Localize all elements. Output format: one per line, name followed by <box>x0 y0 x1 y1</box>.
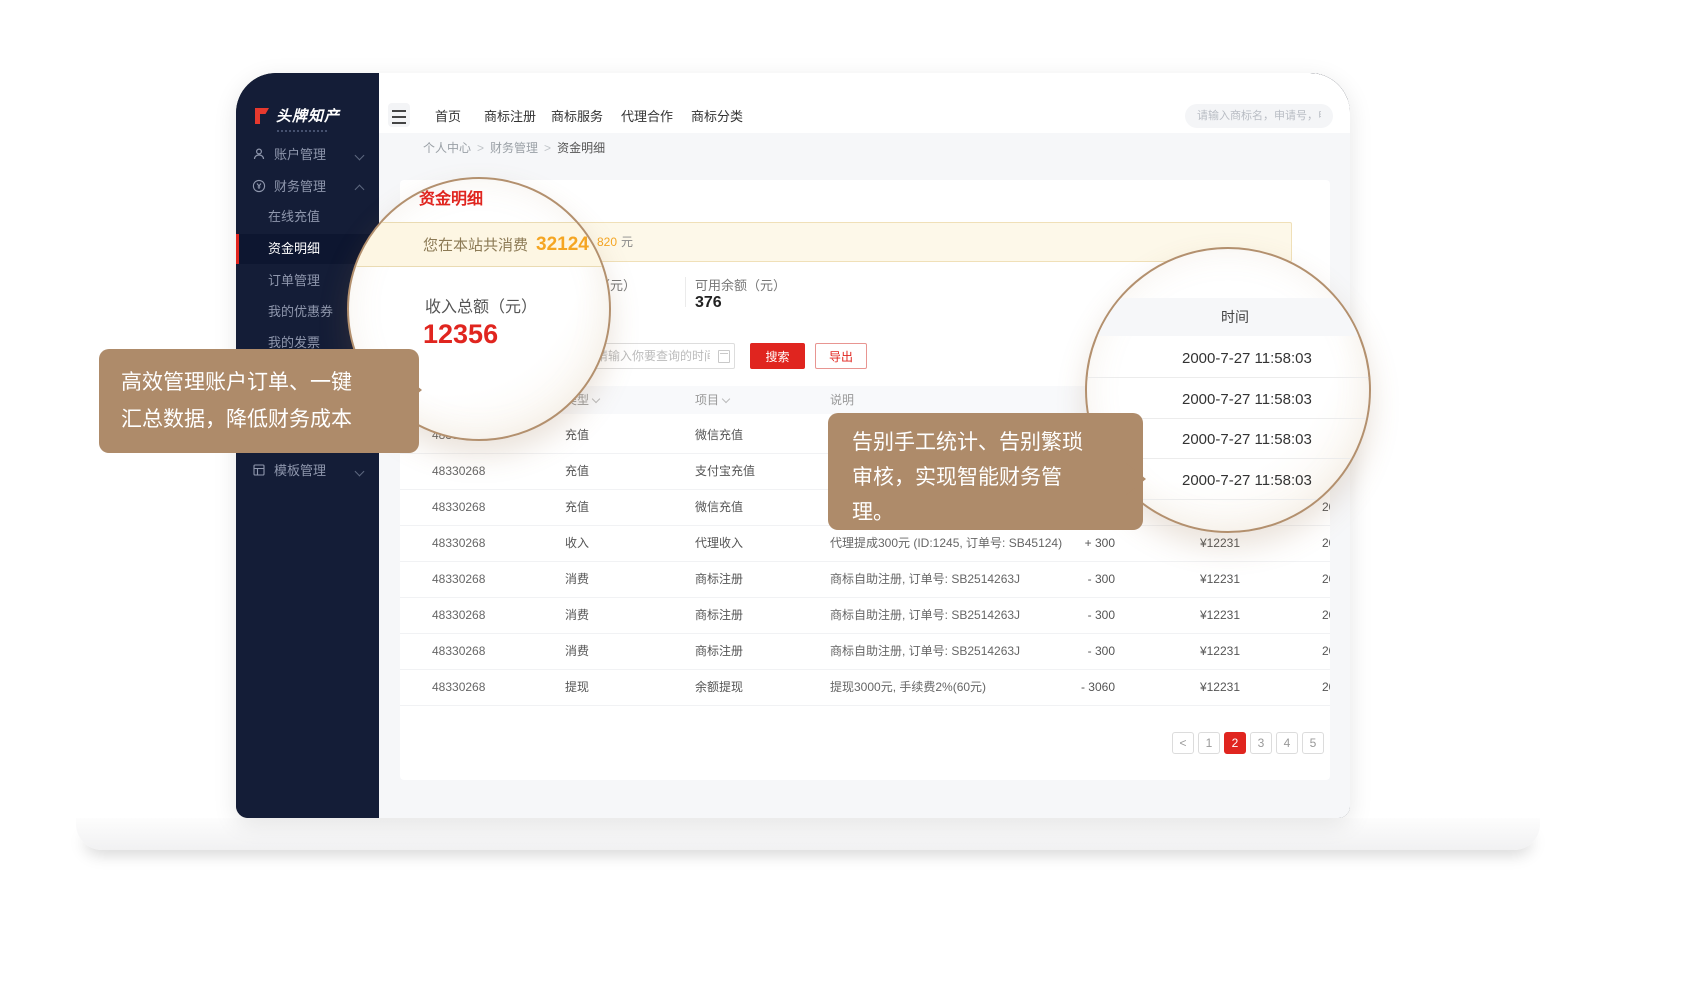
magnified-title: 资金明细 <box>419 185 483 209</box>
export-button[interactable]: 导出 <box>815 343 867 369</box>
top-navbar: 首页 商标注册 商标服务 代理合作 商标分类 <box>379 100 1350 134</box>
table-row: 48330268提现余额提现提现3000元, 手续费2%(60元)- 3060¥… <box>400 669 1330 706</box>
nav-trademark-service[interactable]: 商标服务 <box>551 100 603 133</box>
menu-icon[interactable] <box>388 103 410 127</box>
breadcrumb-item[interactable]: 财务管理 <box>490 141 538 155</box>
callout-line: 告别手工统计、告别繁琐 <box>852 425 1143 460</box>
callout-left: 高效管理账户订单、一键 汇总数据，降低财务成本 <box>99 349 419 453</box>
sidebar-item-label: 我的优惠券 <box>268 304 333 319</box>
sidebar-item-label: 账户管理 <box>274 147 326 162</box>
callout-line: 高效管理账户订单、一键 <box>121 364 419 401</box>
magnified-time: 2000-7-27 11:58:03 <box>1182 431 1312 448</box>
search-input[interactable] <box>1185 104 1333 128</box>
magnified-time-header: 时间 <box>1087 298 1369 336</box>
chevron-down-icon <box>722 395 730 403</box>
magnified-banner: 您在本站共消费32124 <box>349 222 609 267</box>
pagination-prev[interactable]: < <box>1172 732 1194 754</box>
magnified-income-label: 收入总额（元） <box>425 293 537 317</box>
search-button[interactable]: 搜索 <box>750 343 805 369</box>
magnified-time: 2000-7-27 11:58:03 <box>1182 350 1312 367</box>
breadcrumb-item[interactable]: 个人中心 <box>423 141 471 155</box>
sidebar-item-label: 订单管理 <box>268 273 320 288</box>
calendar-icon[interactable] <box>718 350 730 363</box>
table-row: 48330268消费商标注册商标自助注册, 订单号: SB2514263J- 3… <box>400 561 1330 598</box>
magnified-time: 2000-7-27 11:58:03 <box>1182 472 1312 489</box>
nav-trademark-category[interactable]: 商标分类 <box>691 100 743 133</box>
breadcrumb: 个人中心>财务管理>资金明细 <box>379 133 1350 163</box>
callout-line: 理。 <box>852 495 1143 530</box>
col-desc: 说明 <box>830 386 854 414</box>
sidebar-item-label: 在线充值 <box>268 209 320 224</box>
nav-home[interactable]: 首页 <box>435 100 461 133</box>
pagination-page-2[interactable]: 2 <box>1224 732 1246 754</box>
pagination-page-4[interactable]: 4 <box>1276 732 1298 754</box>
brand-logo: 头牌知产 <box>252 105 340 126</box>
chevron-down-icon <box>355 467 365 477</box>
magnified-income-value: 12356 <box>423 319 498 350</box>
sidebar-item-finance[interactable]: 财务管理 <box>236 171 379 203</box>
brand-name: 头牌知产 <box>276 105 340 126</box>
brand-subtext <box>277 130 329 132</box>
nav-trademark-register[interactable]: 商标注册 <box>484 100 536 133</box>
callout-right: 告别手工统计、告别繁琐 审核，实现智能财务管 理。 <box>828 413 1143 530</box>
sidebar-item-label: 财务管理 <box>274 179 326 194</box>
magnified-time: 2000-7-27 11:58:03 <box>1182 391 1312 408</box>
breadcrumb-item-current: 资金明细 <box>557 141 605 155</box>
divider <box>1087 377 1369 378</box>
col-project[interactable]: 项目 <box>695 386 729 414</box>
sidebar-item-template[interactable]: 模板管理 <box>236 455 379 487</box>
page: 头牌知产 账户管理 财务管理 在线充值 资金明细 <box>0 0 1696 1002</box>
pagination-page-3[interactable]: 3 <box>1250 732 1272 754</box>
table-row: 48330268收入代理收入代理提成300元 (ID:1245, 订单号: SB… <box>400 525 1330 562</box>
user-icon <box>252 147 266 161</box>
date-query-input[interactable] <box>585 343 735 369</box>
chevron-up-icon <box>355 185 365 195</box>
finance-icon <box>252 179 266 193</box>
chevron-down-icon <box>355 151 365 161</box>
template-icon <box>252 463 266 477</box>
laptop-base <box>76 818 1540 850</box>
callout-line: 审核，实现智能财务管 <box>852 460 1143 495</box>
pagination-page-5[interactable]: 5 <box>1302 732 1324 754</box>
sidebar-item-account[interactable]: 账户管理 <box>236 139 379 171</box>
table-row: 48330268消费商标注册商标自助注册, 订单号: SB2514263J- 3… <box>400 633 1330 670</box>
divider <box>685 277 686 307</box>
sidebar-item-label: 我的发票 <box>268 335 320 350</box>
brand-logo-icon <box>252 106 272 126</box>
balance-value: 376 <box>695 294 722 312</box>
table-row: 48330268消费商标注册商标自助注册, 订单号: SB2514263J- 3… <box>400 597 1330 634</box>
chevron-down-icon <box>592 395 600 403</box>
nav-agent-cooperation[interactable]: 代理合作 <box>621 100 673 133</box>
pagination: < 1 2 3 4 5 <box>400 732 1330 754</box>
sidebar-item-label: 资金明细 <box>268 241 320 256</box>
balance-label: 可用余额（元） <box>695 275 786 294</box>
pagination-page-1[interactable]: 1 <box>1198 732 1220 754</box>
sidebar-item-label: 模板管理 <box>274 463 326 478</box>
callout-line: 汇总数据，降低财务成本 <box>121 401 419 438</box>
